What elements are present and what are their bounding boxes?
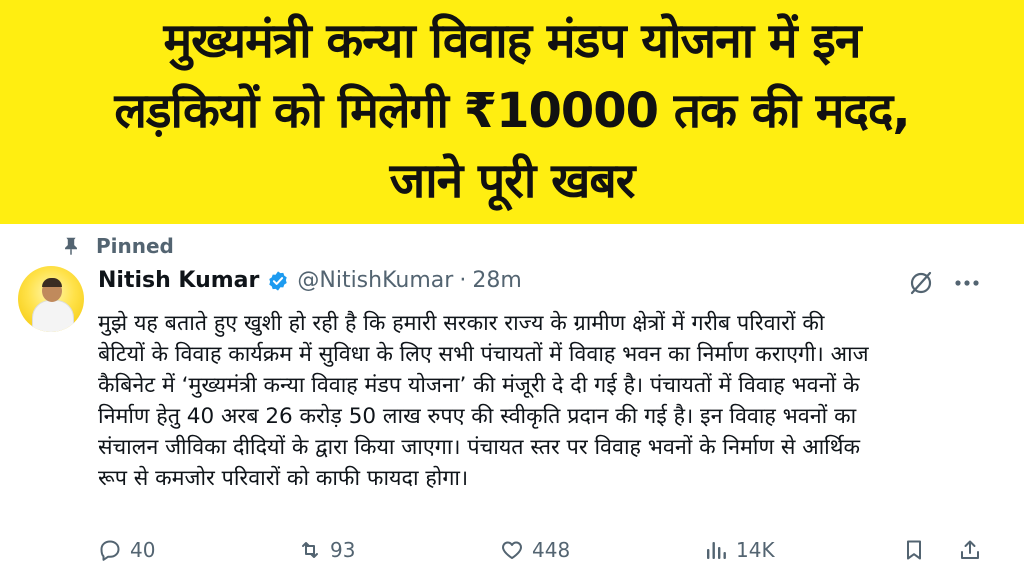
reply-icon: [100, 540, 120, 561]
header-separator: ·: [459, 268, 467, 293]
tweet-text-line: बेटियों के विवाह कार्यक्रम में सुविधा के…: [98, 342, 869, 367]
views-count: 14K: [736, 538, 775, 562]
tweet-text-line: संचालन जीविका दीदियों के द्वारा किया जाए…: [98, 435, 860, 460]
repost-icon: [302, 542, 318, 558]
avatar[interactable]: [18, 266, 84, 332]
headline-line-2: लड़कियों को मिलेगी ₹10000 तक की मदद,: [114, 83, 910, 139]
tweet-text-line: रूप से कमजोर परिवारों को काफी फायदा होगा…: [98, 466, 469, 491]
tweet-text-line: कैबिनेट में ‘मुख्यमंत्री कन्या विवाह मंड…: [98, 373, 860, 398]
tweet-card[interactable]: Pinned Nitish Kumar @NitishKumar · 28m म…: [0, 224, 1024, 576]
like-button[interactable]: 448: [500, 538, 570, 562]
verified-badge-icon: [269, 270, 288, 291]
more-icon[interactable]: [952, 272, 982, 294]
heart-icon: [502, 541, 522, 559]
tweet-header: Nitish Kumar @NitishKumar · 28m: [98, 268, 522, 293]
headline-line-1: मुख्यमंत्री कन्या विवाह मंडप योजना में इ…: [163, 13, 861, 69]
views-chart-icon: [707, 542, 726, 559]
reply-button[interactable]: 40: [98, 538, 155, 562]
pinned-indicator: Pinned: [60, 234, 174, 258]
headline-line-3: जाने पूरी खबर: [389, 153, 636, 209]
tweet-text-line: मुझे यह बताते हुए खुशी हो रही है कि हमार…: [98, 311, 825, 336]
grok-icon[interactable]: [908, 270, 934, 296]
avatar-hair-shape: [42, 278, 62, 287]
bookmark-icon: [907, 540, 921, 560]
share-icon: [961, 540, 979, 559]
tweet-text-line: निर्माण हेतु 40 अरब 26 करोड़ 50 लाख रुपए…: [98, 404, 857, 429]
avatar-body-shape: [32, 300, 74, 332]
share-button[interactable]: [958, 538, 982, 562]
reply-count: 40: [130, 538, 156, 562]
pin-icon: [65, 237, 77, 255]
like-count: 448: [532, 538, 571, 562]
tweet-time[interactable]: 28m: [472, 268, 521, 293]
author-name[interactable]: Nitish Kumar: [98, 268, 259, 293]
author-handle[interactable]: @NitishKumar: [297, 268, 453, 293]
bookmark-button[interactable]: [902, 538, 926, 562]
pinned-label: Pinned: [96, 234, 174, 258]
headline-banner: मुख्यमंत्री कन्या विवाह मंडप योजना में इ…: [0, 0, 1024, 224]
repost-button[interactable]: 93: [298, 538, 355, 562]
tweet-text: मुझे यह बताते हुए खुशी हो रही है कि हमार…: [98, 308, 998, 494]
repost-count: 93: [330, 538, 356, 562]
tweet-actions-bar: 40 93 448 14K: [0, 530, 1024, 570]
views-button[interactable]: 14K: [704, 538, 775, 562]
